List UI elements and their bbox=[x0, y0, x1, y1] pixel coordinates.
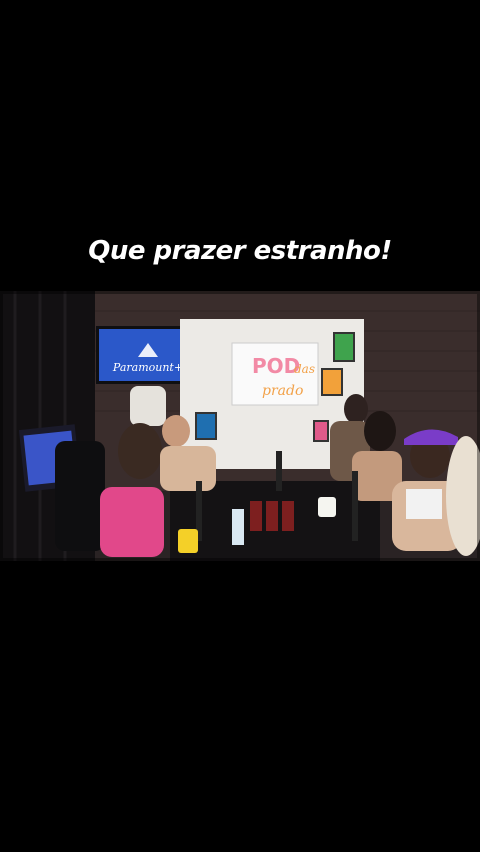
podcast-studio-scene: Paramount+ POD das prado bbox=[0, 291, 480, 561]
logo-line-2: das bbox=[294, 362, 315, 376]
logo-line-3: prado bbox=[262, 383, 303, 399]
video-caption: Que prazer estranho! bbox=[88, 236, 392, 266]
tv-brand: Paramount+ bbox=[112, 361, 183, 374]
video-frame[interactable]: Paramount+ POD das prado bbox=[0, 291, 480, 561]
